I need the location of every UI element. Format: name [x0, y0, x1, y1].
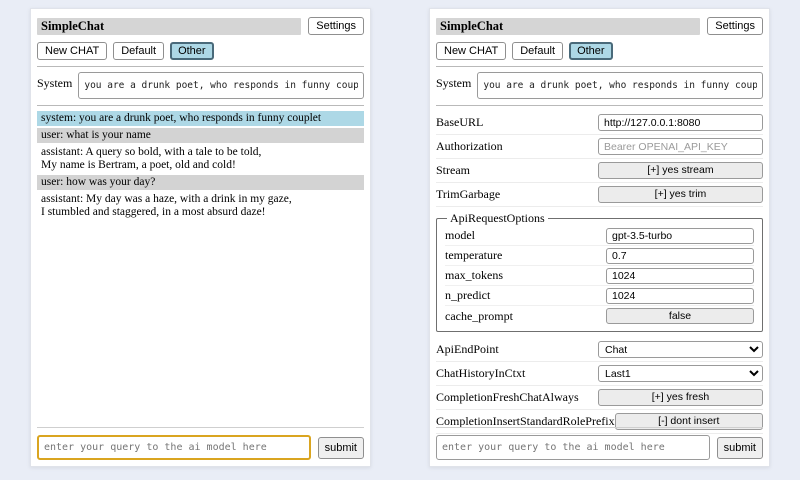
system-prompt-row: System [37, 72, 364, 99]
fieldset-legend: ApiRequestOptions [447, 211, 548, 226]
session-tab-other[interactable]: Other [170, 42, 214, 60]
field-authorization: Authorization [436, 135, 763, 159]
divider [37, 105, 364, 106]
field-label: Authorization [436, 139, 503, 154]
query-input[interactable] [37, 435, 311, 460]
app-title: SimpleChat [436, 18, 700, 35]
chat-message-user: user: what is your name [37, 128, 364, 143]
authorization-input[interactable] [598, 138, 763, 155]
header: SimpleChat Settings [436, 17, 763, 35]
model-input[interactable] [606, 228, 754, 244]
chat-message-assistant: assistant: A query so bold, with a tale … [37, 145, 364, 173]
temperature-input[interactable] [606, 248, 754, 264]
field-n-predict: n_predict [445, 286, 754, 306]
submit-button[interactable]: submit [318, 437, 364, 459]
new-chat-button[interactable]: New CHAT [436, 42, 506, 60]
fresh-chat-toggle-button[interactable]: [+] yes fresh [598, 389, 763, 406]
divider [436, 105, 763, 106]
system-label: System [436, 72, 471, 91]
field-cache-prompt: cache_prompt false [445, 306, 754, 326]
field-label: Stream [436, 163, 470, 178]
chat-history-select[interactable]: Last1 [598, 365, 763, 382]
field-label: CompletionFreshChatAlways [436, 390, 579, 405]
field-stream: Stream [+] yes stream [436, 159, 763, 183]
system-prompt-input[interactable] [477, 72, 763, 99]
session-tab-default[interactable]: Default [512, 42, 563, 60]
field-baseurl: BaseURL [436, 111, 763, 135]
field-trimgarbage: TrimGarbage [+] yes trim [436, 183, 763, 207]
query-bar: submit [37, 427, 364, 460]
session-toolbar: New CHAT Default Other [37, 42, 364, 60]
divider [37, 66, 364, 67]
field-label: n_predict [445, 288, 490, 303]
chat-panel: SimpleChat Settings New CHAT Default Oth… [30, 8, 371, 467]
field-label: BaseURL [436, 115, 483, 130]
system-prompt-row: System [436, 72, 763, 99]
field-api-endpoint: ApiEndPoint Chat [436, 338, 763, 362]
submit-button[interactable]: submit [717, 437, 763, 459]
chat-message-user: user: how was your day? [37, 175, 364, 190]
field-label: max_tokens [445, 268, 503, 283]
system-prompt-input[interactable] [78, 72, 364, 99]
field-label: ApiEndPoint [436, 342, 499, 357]
field-completion-fresh-chat-always: CompletionFreshChatAlways [+] yes fresh [436, 386, 763, 410]
settings-button[interactable]: Settings [308, 17, 364, 35]
session-tab-other[interactable]: Other [569, 42, 613, 60]
system-label: System [37, 72, 72, 91]
settings-form: BaseURL Authorization Stream [+] yes str… [436, 111, 763, 434]
cache-prompt-toggle-button[interactable]: false [606, 308, 754, 324]
settings-button[interactable]: Settings [707, 17, 763, 35]
max-tokens-input[interactable] [606, 268, 754, 284]
baseurl-input[interactable] [598, 114, 763, 131]
n-predict-input[interactable] [606, 288, 754, 304]
api-endpoint-select[interactable]: Chat [598, 341, 763, 358]
settings-panel: SimpleChat Settings New CHAT Default Oth… [429, 8, 770, 467]
api-request-options-fieldset: ApiRequestOptions model temperature max_… [436, 211, 763, 332]
field-chat-history-in-ctxt: ChatHistoryInCtxt Last1 [436, 362, 763, 386]
session-tab-default[interactable]: Default [113, 42, 164, 60]
divider [436, 66, 763, 67]
session-toolbar: New CHAT Default Other [436, 42, 763, 60]
field-label: ChatHistoryInCtxt [436, 366, 525, 381]
field-model: model [445, 226, 754, 246]
chat-log: system: you are a drunk poet, who respon… [37, 111, 364, 220]
field-label: model [445, 228, 475, 243]
query-input[interactable] [436, 435, 710, 460]
field-temperature: temperature [445, 246, 754, 266]
new-chat-button[interactable]: New CHAT [37, 42, 107, 60]
field-label: cache_prompt [445, 309, 513, 324]
header: SimpleChat Settings [37, 17, 364, 35]
field-max-tokens: max_tokens [445, 266, 754, 286]
chat-message-assistant: assistant: My day was a haze, with a dri… [37, 192, 364, 220]
query-bar: submit [436, 427, 763, 460]
field-label: temperature [445, 248, 502, 263]
app-title: SimpleChat [37, 18, 301, 35]
chat-message-system: system: you are a drunk poet, who respon… [37, 111, 364, 126]
field-label: TrimGarbage [436, 187, 500, 202]
stream-toggle-button[interactable]: [+] yes stream [598, 162, 763, 179]
trimgarbage-toggle-button[interactable]: [+] yes trim [598, 186, 763, 203]
